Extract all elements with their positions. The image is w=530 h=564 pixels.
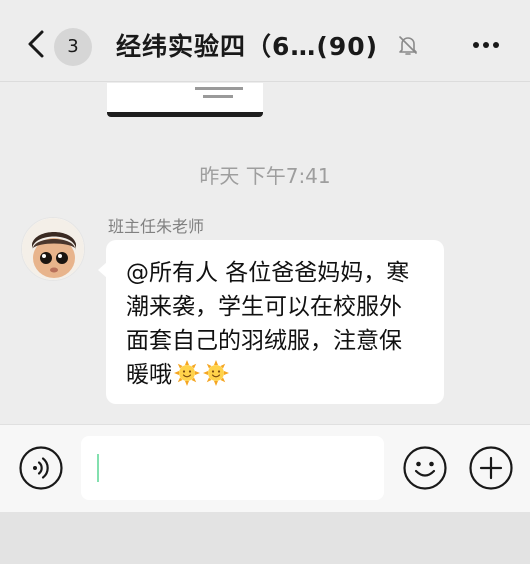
message-input[interactable]: [103, 446, 373, 490]
more-dots-icon: [473, 42, 499, 48]
message-input-field[interactable]: [81, 436, 384, 500]
message-bubble[interactable]: @所有人 各位爸爸妈妈，寒潮来袭，学生可以在校服外面套自己的羽绒服，注意保暖哦: [98, 240, 444, 404]
back-button[interactable]: [22, 24, 52, 64]
plus-icon: [469, 446, 513, 490]
voice-button[interactable]: [18, 445, 64, 491]
chevron-left-icon: [28, 30, 44, 58]
image-text-line: [203, 95, 233, 98]
sun-emoji: [174, 360, 200, 386]
input-bar: [0, 424, 530, 512]
image-message[interactable]: [107, 83, 263, 117]
avatar-image: [22, 218, 84, 280]
unread-count-badge[interactable]: 3: [54, 28, 92, 66]
text-caret: [97, 454, 99, 482]
sun-emoji: [203, 360, 229, 386]
message-list[interactable]: 昨天 下午7:41 班主任朱老师 @所有人 各位爸爸妈妈，寒潮来袭，学生可以在校…: [0, 83, 530, 424]
title-bar: 3 经纬实验四（6…(90): [0, 0, 530, 82]
message-timestamp: 昨天 下午7:41: [199, 164, 331, 188]
keyboard-area: [0, 512, 530, 564]
bell-off-icon: [399, 36, 417, 55]
more-button[interactable]: [470, 30, 502, 60]
emoji-button[interactable]: [402, 445, 448, 491]
message-text: @所有人 各位爸爸妈妈，寒潮来袭，学生可以在校服外面套自己的羽绒服，注意保暖哦: [126, 260, 410, 388]
image-text-line: [195, 87, 243, 90]
emoji-icon: [403, 446, 447, 490]
chat-title: 经纬实验四（6…(90): [116, 32, 379, 61]
sender-avatar[interactable]: [21, 217, 85, 281]
sender-name: 班主任朱老师: [108, 217, 205, 236]
voice-icon: [19, 446, 63, 490]
add-button[interactable]: [468, 445, 514, 491]
